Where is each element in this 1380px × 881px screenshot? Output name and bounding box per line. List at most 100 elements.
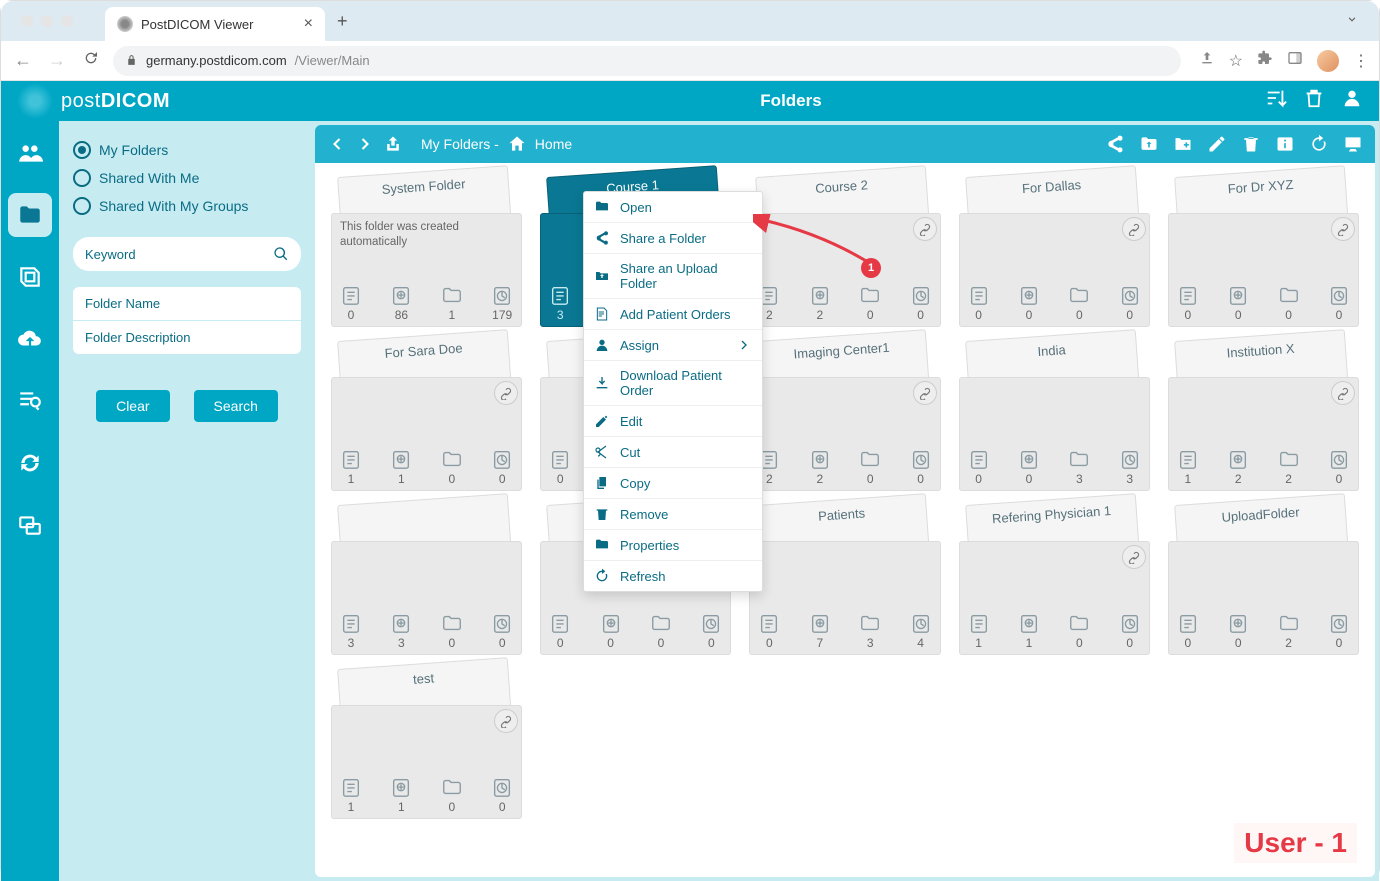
close-window-icon[interactable] bbox=[21, 15, 33, 27]
minimize-window-icon[interactable] bbox=[41, 15, 53, 27]
rail-cloud-upload[interactable] bbox=[8, 317, 52, 361]
folder-card[interactable]: For Dallas 0000 bbox=[959, 177, 1150, 327]
rail-users[interactable] bbox=[8, 131, 52, 175]
keyword-search[interactable] bbox=[73, 237, 301, 271]
kebab-icon[interactable]: ⋮ bbox=[1353, 51, 1369, 71]
folder-note bbox=[1177, 548, 1350, 610]
folder-body: 0033 bbox=[959, 377, 1150, 491]
sort-icon[interactable] bbox=[1265, 87, 1287, 115]
favicon-icon bbox=[117, 16, 133, 32]
share-icon[interactable] bbox=[1105, 134, 1125, 154]
star-icon[interactable]: ☆ bbox=[1229, 51, 1243, 71]
delete-icon[interactable] bbox=[1241, 134, 1261, 154]
folder-stat: 2 bbox=[1278, 448, 1300, 486]
panel-icon[interactable] bbox=[1287, 50, 1303, 71]
rail-screens[interactable] bbox=[8, 503, 52, 547]
folder-body: 0734 bbox=[749, 541, 940, 655]
folder-note bbox=[1177, 220, 1350, 282]
folder-note bbox=[758, 384, 931, 446]
context-menu: OpenShare a FolderShare an Upload Folder… bbox=[583, 191, 763, 592]
folder-stat: 0 bbox=[549, 448, 571, 486]
main-area: My Folders - Home System Folder This fol… bbox=[315, 121, 1379, 881]
folder-stat: 0 bbox=[441, 448, 463, 486]
folder-card[interactable]: Patients 0734 bbox=[749, 505, 940, 655]
folder-stat: 2 bbox=[1227, 448, 1249, 486]
ctx-open[interactable]: Open bbox=[584, 192, 762, 223]
present-icon[interactable] bbox=[1343, 134, 1363, 154]
new-folder-icon[interactable] bbox=[1173, 134, 1193, 154]
ctx-add-patient-orders[interactable]: Add Patient Orders bbox=[584, 299, 762, 330]
filter-shared-with-my-groups[interactable]: Shared With My Groups bbox=[73, 197, 301, 215]
folder-card[interactable]: Course 2 2200 bbox=[749, 177, 940, 327]
tab-title: PostDICOM Viewer bbox=[141, 17, 296, 32]
reload-button[interactable] bbox=[79, 50, 103, 71]
rail-list-search[interactable] bbox=[8, 379, 52, 423]
ctx-remove[interactable]: Remove bbox=[584, 499, 762, 530]
window-controls bbox=[9, 15, 85, 27]
folder-card[interactable]: test 1100 bbox=[331, 669, 522, 819]
folder-body: 2200 bbox=[749, 377, 940, 491]
close-tab-icon[interactable]: × bbox=[304, 15, 313, 33]
breadcrumb-home[interactable]: Home bbox=[535, 136, 572, 152]
trash-icon[interactable] bbox=[1303, 87, 1325, 115]
folder-upload-icon[interactable] bbox=[1139, 134, 1159, 154]
folder-card[interactable]: 3300 bbox=[331, 505, 522, 655]
folder-card[interactable]: Refering Physician 1 1100 bbox=[959, 505, 1150, 655]
folder-card[interactable]: For Sara Doe 1100 bbox=[331, 341, 522, 491]
folder-card[interactable]: Institution X 1220 bbox=[1168, 341, 1359, 491]
folder-card[interactable]: System Folder This folder was created au… bbox=[331, 177, 522, 327]
share-an-upload-folder-icon bbox=[594, 268, 610, 284]
rail-sync[interactable] bbox=[8, 441, 52, 485]
folder-grid: System Folder This folder was created au… bbox=[315, 163, 1375, 877]
search-input[interactable] bbox=[85, 247, 273, 262]
folder-stat: 1 bbox=[441, 284, 463, 322]
back-button[interactable]: ← bbox=[11, 50, 35, 71]
folder-stat: 3 bbox=[549, 284, 571, 322]
filter-shared-with-me[interactable]: Shared With Me bbox=[73, 169, 301, 187]
forward-button[interactable]: → bbox=[45, 50, 69, 71]
ctx-properties[interactable]: Properties bbox=[584, 530, 762, 561]
nav-forward-icon[interactable] bbox=[355, 134, 375, 154]
browser-tab[interactable]: PostDICOM Viewer × bbox=[105, 7, 325, 41]
folder-stat: 0 bbox=[441, 776, 463, 814]
filter-my-folders[interactable]: My Folders bbox=[73, 141, 301, 159]
info-icon[interactable] bbox=[1275, 134, 1295, 154]
folder-card[interactable]: UploadFolder 0020 bbox=[1168, 505, 1359, 655]
profile-avatar[interactable] bbox=[1317, 50, 1339, 72]
ctx-edit[interactable]: Edit bbox=[584, 406, 762, 437]
ctx-cut[interactable]: Cut bbox=[584, 437, 762, 468]
folder-name: Refering Physician 1 bbox=[991, 503, 1111, 526]
upload-icon[interactable] bbox=[383, 134, 403, 154]
nav-back-icon[interactable] bbox=[327, 134, 347, 154]
folder-stat: 179 bbox=[491, 284, 513, 322]
edit-icon[interactable] bbox=[1207, 134, 1227, 154]
ctx-download-patient-order[interactable]: Download Patient Order bbox=[584, 361, 762, 406]
share-icon[interactable] bbox=[1199, 50, 1215, 71]
folder-stat: 0 bbox=[1227, 284, 1249, 322]
logo[interactable]: postDICOM bbox=[17, 83, 317, 119]
maximize-window-icon[interactable] bbox=[61, 15, 73, 27]
folder-stat: 0 bbox=[650, 612, 672, 650]
ctx-assign[interactable]: Assign bbox=[584, 330, 762, 361]
folder-card[interactable]: Imaging Center1 2200 bbox=[749, 341, 940, 491]
url-field[interactable]: germany.postdicom.com/Viewer/Main bbox=[113, 46, 1181, 76]
download-patient-order-icon bbox=[594, 375, 610, 391]
folder-stat: 0 bbox=[1328, 284, 1350, 322]
rail-folders[interactable] bbox=[8, 193, 52, 237]
ctx-share-a-folder[interactable]: Share a Folder bbox=[584, 223, 762, 254]
ctx-share-an-upload-folder[interactable]: Share an Upload Folder bbox=[584, 254, 762, 299]
ctx-copy[interactable]: Copy bbox=[584, 468, 762, 499]
puzzle-icon[interactable] bbox=[1257, 50, 1273, 71]
new-tab-button[interactable]: + bbox=[337, 11, 348, 32]
folder-stat: 3 bbox=[859, 612, 881, 650]
user-icon[interactable] bbox=[1341, 87, 1363, 115]
clear-button[interactable]: Clear bbox=[96, 390, 169, 422]
folder-card[interactable]: For Dr XYZ 0000 bbox=[1168, 177, 1359, 327]
search-button[interactable]: Search bbox=[194, 390, 278, 422]
folder-stat: 1 bbox=[1018, 612, 1040, 650]
folder-card[interactable]: India 0033 bbox=[959, 341, 1150, 491]
rail-upload-images[interactable] bbox=[8, 255, 52, 299]
chevron-down-icon[interactable] bbox=[1345, 12, 1371, 31]
ctx-refresh[interactable]: Refresh bbox=[584, 561, 762, 591]
refresh-icon[interactable] bbox=[1309, 134, 1329, 154]
